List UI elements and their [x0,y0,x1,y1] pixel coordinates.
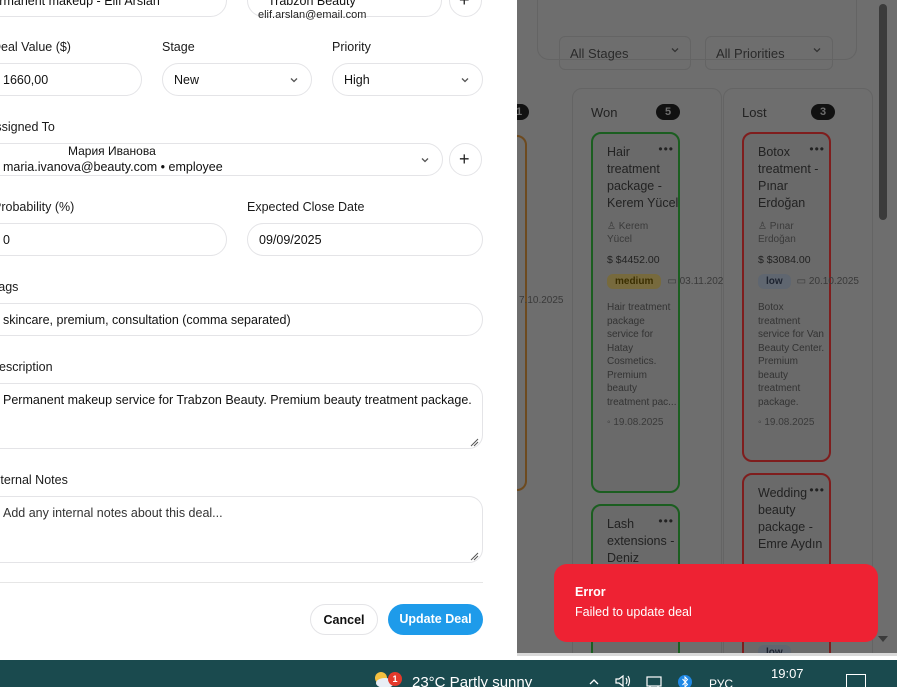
card-amount: $ $3084.00 [758,254,811,266]
card-contact: ♙ Kerem Yücel [607,221,649,245]
deal-card[interactable] [517,135,527,491]
window-bottom-edge [517,653,897,656]
card-priority-row: medium ▭ 03.11.202 [607,266,723,289]
stage-select[interactable]: New [162,63,312,96]
column-count-badge: 5 [656,104,680,120]
priority-label: Priority [332,40,371,54]
footer-divider [0,582,483,583]
probability-input[interactable]: 0 [0,223,227,256]
column-title: Won [591,105,618,120]
chevron-down-icon [420,155,430,165]
internal-notes-label: Internal Notes [0,473,68,487]
chevron-down-icon [670,45,680,55]
card-date: ▭ 20.10.2025 [796,276,859,287]
column-count-badge: 3 [811,104,835,120]
notification-center-icon[interactable] [846,674,866,687]
calendar-icon: ▭ [667,276,680,287]
tags-input[interactable]: skincare, premium, consultation (comma s… [0,303,483,336]
chevron-down-icon [289,75,299,85]
kanban-overlay: All Stages All Priorities 1 7.10.2025 Wo… [517,0,897,656]
stage-filter-value: All Stages [570,46,629,61]
edit-deal-modal: Permanent makeup - Elif Arslan Trabzon B… [0,0,517,656]
user-icon: ♙ [607,221,619,232]
description-label: Description [0,360,53,374]
toast-title: Error [575,585,606,599]
card-description: Botox treatment service for Van Beauty C… [758,302,825,408]
weather-badge: 1 [388,672,402,686]
description-textarea[interactable]: Permanent makeup service for Trabzon Bea… [0,383,483,449]
update-deal-button[interactable]: Update Deal [388,604,483,635]
dollar-icon: $ [607,254,616,266]
close-date-label: Expected Close Date [247,200,365,214]
more-options-icon[interactable]: ••• [658,514,674,528]
volume-icon[interactable] [614,674,634,687]
stage-label: Stage [162,40,195,54]
scroll-down-arrow-icon[interactable] [878,636,888,642]
priority-filter-value: All Priorities [716,46,785,61]
clock-time[interactable]: 19:07 [771,666,804,681]
resize-handle-icon[interactable] [470,436,479,447]
notes-placeholder: Add any internal notes about this deal..… [3,506,223,520]
close-date-input[interactable]: 09/09/2025 [247,223,483,256]
chevron-up-icon[interactable] [588,674,600,687]
cancel-button[interactable]: Cancel [310,604,378,635]
deal-value-input[interactable]: 1660,00 [0,63,142,96]
card-amount: $ $4452.00 [607,254,660,266]
card-date: ▭ 03.11.202 [667,276,724,287]
add-assignee-button[interactable]: + [449,143,482,176]
more-options-icon[interactable]: ••• [809,142,825,156]
card-contact: ♙ Pınar Erdoğan [758,221,796,245]
priority-badge: medium [607,274,662,289]
card-created-date: ◦ 19.08.2025 [758,417,815,428]
probability-label: Probability (%) [0,200,75,214]
more-options-icon[interactable]: ••• [809,483,825,497]
card-description: Hair treatment package service for Hatay… [607,302,677,408]
assignee-select[interactable]: Мария Иванова maria.ivanova@beauty.com •… [0,143,443,176]
language-indicator[interactable]: РУС [709,677,733,687]
more-options-icon[interactable]: ••• [658,142,674,156]
taskbar: 1 23°C Partly sunny РУС 19:07 [0,660,897,687]
priority-select[interactable]: High [332,63,483,96]
card-priority-row: low ▭ 20.10.2025 [758,266,859,289]
card-created-date: ◦ 19.08.2025 [607,417,664,428]
contact-name: Trabzon Beauty [268,0,356,8]
deal-card[interactable]: Hair treatment package - Kerem Yücel •••… [591,132,723,493]
toast-message: Failed to update deal [575,605,692,619]
plus-icon: + [459,149,470,169]
network-icon[interactable] [645,674,665,687]
priority-badge: low [758,274,791,289]
deal-value-label: Deal Value ($) [0,40,71,54]
deal-title-input[interactable]: Permanent makeup - Elif Arslan [0,0,227,17]
dollar-icon: $ [758,254,767,266]
contact-email: elif.arslan@email.com [258,9,367,21]
weather-text[interactable]: 23°C Partly sunny [412,674,532,687]
user-icon: ♙ [758,221,770,232]
stage-filter-select[interactable]: All Stages [559,36,691,70]
plus-icon: + [459,0,470,10]
add-contact-button[interactable]: + [449,0,482,17]
assignee-detail: maria.ivanova@beauty.com • employee [3,160,223,174]
resize-handle-icon[interactable] [470,550,479,561]
priority-filter-select[interactable]: All Priorities [705,36,833,70]
card-date: 7.10.2025 [519,295,564,306]
scrollbar-thumb[interactable] [879,4,887,220]
chevron-down-icon [460,75,470,85]
chevron-down-icon [812,45,822,55]
calendar-icon: ▭ [796,276,809,287]
assignee-name: Мария Иванова [68,144,156,158]
tags-label: Tags [0,280,19,294]
assigned-to-label: Assigned To [0,120,55,134]
deal-card[interactable]: Botox treatment - Pınar Erdoğan ••• ♙ Pı… [742,132,859,462]
internal-notes-textarea[interactable]: Add any internal notes about this deal..… [0,496,483,563]
column-count-badge: 1 [517,104,529,120]
column-title: Lost [742,105,767,120]
bluetooth-icon[interactable] [678,674,692,687]
tags-placeholder: skincare, premium, consultation (comma s… [3,313,291,327]
error-toast[interactable]: Error Failed to update deal [554,564,878,642]
